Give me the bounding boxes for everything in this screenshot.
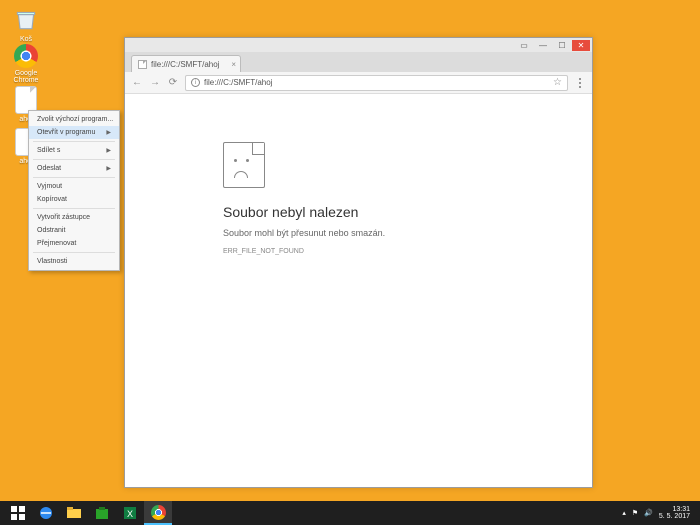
tab-close-icon[interactable]: × — [231, 60, 236, 69]
recycle-bin-label: Koš — [6, 36, 46, 43]
sad-file-icon — [223, 142, 265, 188]
chrome-shortcut-label: Google Chrome — [6, 70, 46, 84]
url-text: file:///C:/SMFT/ahoj — [204, 78, 272, 87]
browser-tab[interactable]: file:///C:/SMFT/ahoj × — [131, 55, 241, 72]
back-button[interactable]: ← — [131, 77, 143, 89]
profile-icon[interactable]: ▭ — [515, 40, 533, 51]
system-tray[interactable]: ▴ ⚑ 🔊 13:31 5. 5. 2017 — [622, 506, 696, 520]
tray-speaker-icon[interactable]: 🔊 — [644, 509, 653, 517]
ctx-item-copy[interactable]: Kopírovat — [29, 193, 119, 206]
chevron-right-icon: ▶ — [106, 165, 111, 172]
taskbar: X ▴ ⚑ 🔊 13:31 5. 5. 2017 — [0, 501, 700, 525]
maximize-button[interactable]: ☐ — [553, 40, 571, 51]
tab-title: file:///C:/SMFT/ahoj — [151, 60, 219, 69]
error-subtitle: Soubor mohl být přesunut nebo smazán. — [223, 228, 592, 238]
window-titlebar[interactable]: ▭ — ☐ ✕ — [125, 38, 592, 52]
error-code: ERR_FILE_NOT_FOUND — [223, 248, 592, 255]
forward-button[interactable]: → — [149, 77, 161, 89]
ctx-item-properties[interactable]: Vlastnosti — [29, 255, 119, 268]
taskbar-explorer-icon[interactable] — [60, 501, 88, 525]
separator — [33, 159, 115, 160]
start-button[interactable] — [4, 501, 32, 525]
tray-flag-icon[interactable]: ⚑ — [632, 509, 638, 517]
address-bar[interactable]: i file:///C:/SMFT/ahoj ☆ — [185, 75, 568, 91]
chevron-right-icon: ▶ — [106, 129, 111, 136]
reload-button[interactable]: ⟳ — [167, 77, 179, 89]
taskbar-ie-icon[interactable] — [32, 501, 60, 525]
close-button[interactable]: ✕ — [572, 40, 590, 51]
page-content: Soubor nebyl nalezen Soubor mohl být pře… — [125, 94, 592, 487]
taskbar-store-icon[interactable] — [88, 501, 116, 525]
error-title: Soubor nebyl nalezen — [223, 204, 592, 220]
tray-up-icon[interactable]: ▴ — [622, 509, 626, 517]
chevron-right-icon: ▶ — [106, 147, 111, 154]
clock-time: 13:31 — [659, 506, 690, 513]
site-info-icon[interactable]: i — [191, 78, 200, 87]
taskbar-chrome-icon[interactable] — [144, 501, 172, 525]
tab-strip: file:///C:/SMFT/ahoj × — [125, 52, 592, 72]
toolbar: ← → ⟳ i file:///C:/SMFT/ahoj ☆ — [125, 72, 592, 94]
separator — [33, 177, 115, 178]
minimize-button[interactable]: — — [534, 40, 552, 51]
ctx-item-send[interactable]: Odeslat▶ — [29, 162, 119, 175]
ctx-item-default-program[interactable]: Zvolit výchozí program... — [29, 113, 119, 126]
separator — [33, 141, 115, 142]
chrome-menu-icon[interactable] — [574, 78, 586, 88]
clock-date: 5. 5. 2017 — [659, 513, 690, 520]
ctx-item-share[interactable]: Sdílet s▶ — [29, 144, 119, 157]
taskbar-excel-icon[interactable]: X — [116, 501, 144, 525]
separator — [33, 252, 115, 253]
svg-text:X: X — [127, 509, 133, 519]
context-menu: Zvolit výchozí program... Otevřít v prog… — [28, 110, 120, 271]
ctx-item-cut[interactable]: Vyjmout — [29, 180, 119, 193]
chrome-window: ▭ — ☐ ✕ file:///C:/SMFT/ahoj × ← → ⟳ i f… — [124, 37, 593, 488]
ctx-item-rename[interactable]: Přejmenovat — [29, 237, 119, 250]
ctx-item-open-with[interactable]: Otevřít v programu▶ — [29, 126, 119, 139]
ctx-item-delete[interactable]: Odstranit — [29, 224, 119, 237]
ctx-item-shortcut[interactable]: Vytvořit zástupce — [29, 211, 119, 224]
separator — [33, 208, 115, 209]
chrome-shortcut-icon[interactable]: Google Chrome — [6, 44, 46, 84]
page-icon — [138, 60, 147, 69]
clock[interactable]: 13:31 5. 5. 2017 — [659, 506, 690, 520]
recycle-bin-icon[interactable]: Koš — [6, 6, 46, 43]
bookmark-star-icon[interactable]: ☆ — [553, 77, 562, 88]
